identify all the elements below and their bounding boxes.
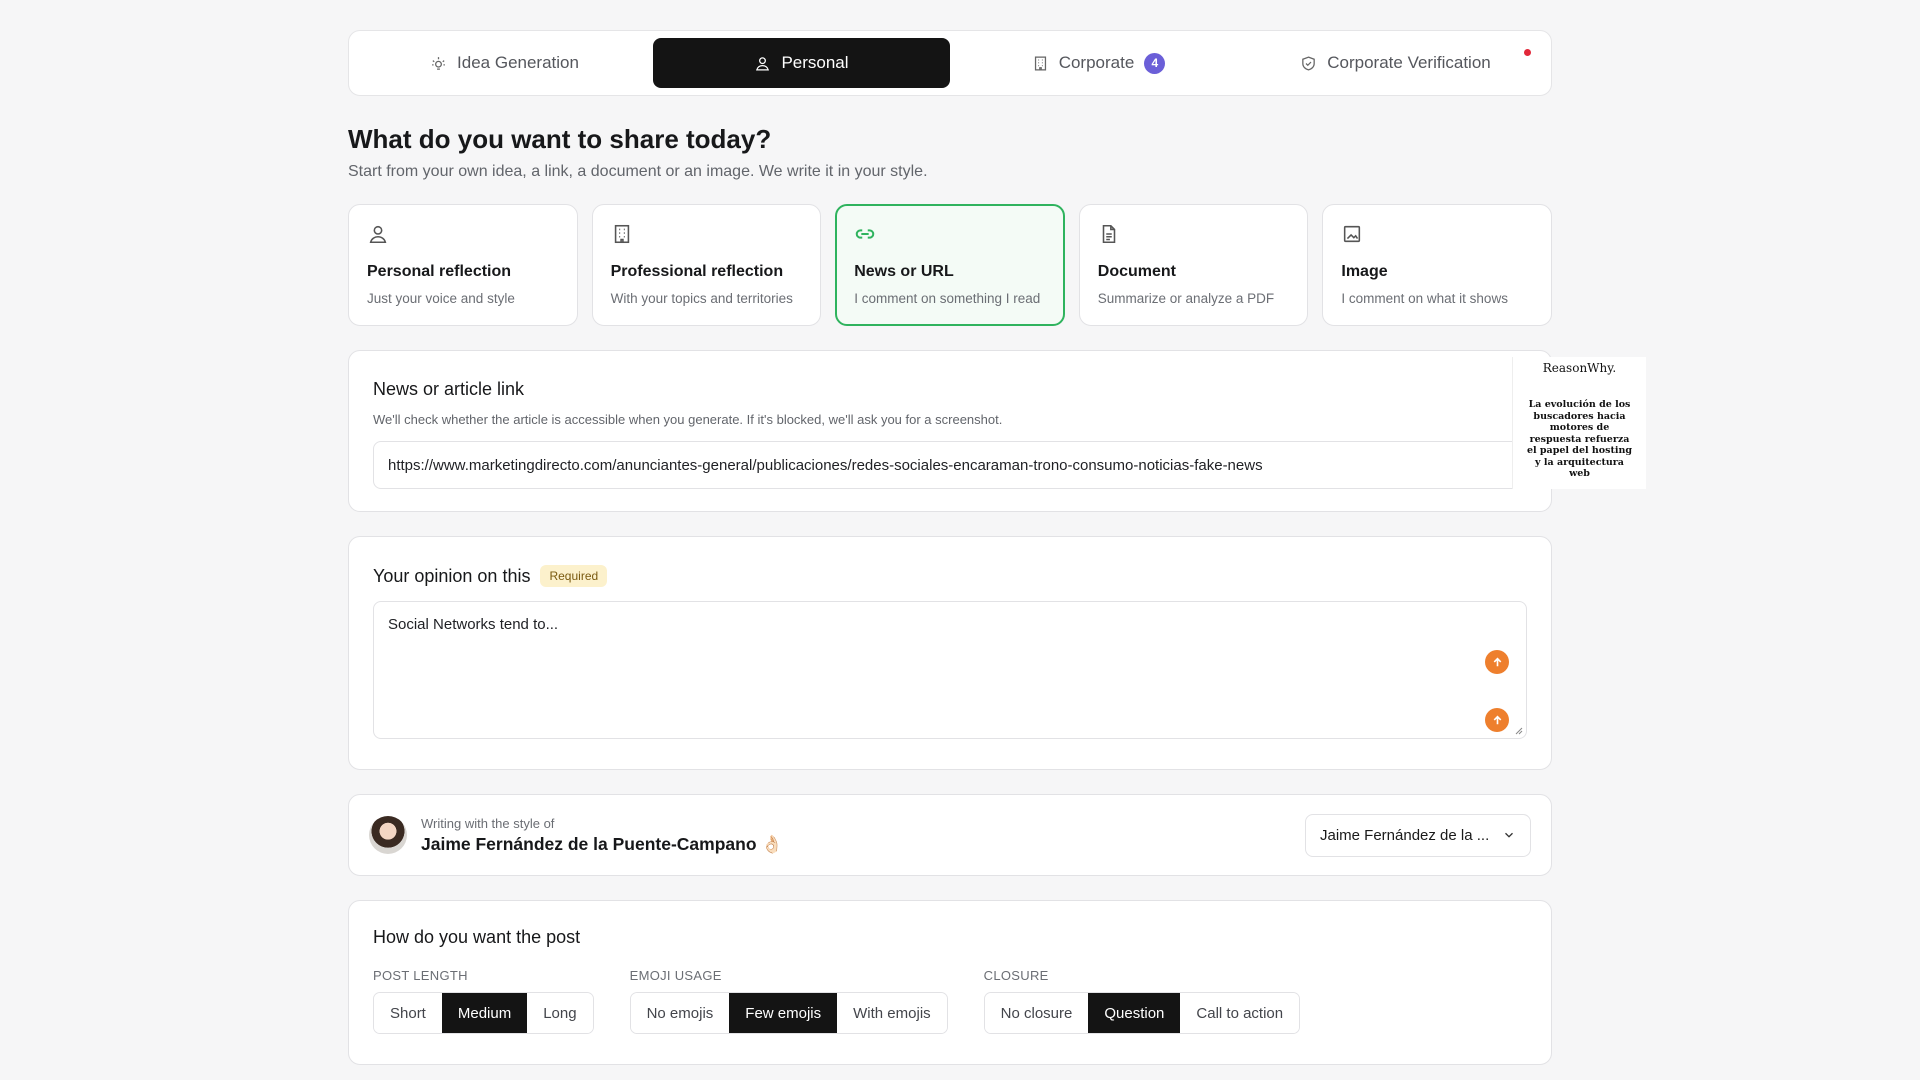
document-icon [1102,224,1116,244]
lightbulb-icon [432,56,445,70]
style-label: Writing with the style of [421,815,555,831]
tab-label: Corporate Verification [1327,53,1491,72]
upload-button[interactable] [1485,708,1509,732]
style-select-value: Jaime Fernández de la ... [1320,826,1490,844]
emoji-usage-segmented: No emojis Few emojis With emojis [629,992,948,1034]
main-content: Idea Generation Personal Corporate 4 Cor… [348,30,1552,1065]
shield-check-icon [1302,55,1316,71]
source-card-news-url[interactable]: News or URL I comment on something I rea… [835,204,1065,326]
image-icon [1344,225,1361,243]
group-label: POST LENGTH [373,968,468,983]
user-icon [756,56,770,71]
option-few-emojis[interactable]: Few emojis [729,993,838,1033]
user-icon [369,225,387,244]
link-icon [855,229,875,239]
tab-corporate[interactable]: Corporate 4 [950,38,1247,88]
closure-group: CLOSURE No closure Question Call to acti… [983,968,1301,1034]
ok-hand-emoji: 👌🏻 [761,833,784,854]
building-icon [614,224,629,244]
source-card-document[interactable]: Document Summarize or analyze a PDF [1078,204,1309,326]
option-with-emojis[interactable]: With emojis [837,993,947,1033]
post-options-title: How do you want the post [373,927,581,947]
card-description: I comment on what it shows [1341,291,1508,306]
style-panel: Writing with the style of Jaime Fernánde… [348,794,1552,876]
closure-segmented: No closure Question Call to action [983,992,1301,1034]
avatar [369,816,407,854]
card-description: With your topics and territories [610,291,793,306]
source-cards: Personal reflection Just your voice and … [348,204,1552,326]
option-question[interactable]: Question [1088,993,1181,1033]
arrow-up-icon [1493,715,1501,724]
option-short[interactable]: Short [374,993,442,1033]
style-select[interactable]: Jaime Fernández de la ... [1305,813,1531,857]
group-label: EMOJI USAGE [629,968,722,983]
opinion-textarea[interactable]: Social Networks tend to... [373,601,1527,739]
resize-handle-icon[interactable] [1513,725,1523,735]
option-long[interactable]: Long [527,993,593,1033]
link-panel-help: We'll check whether the article is acces… [373,412,1003,427]
card-description: I comment on something I read [854,291,1041,306]
source-card-professional-reflection[interactable]: Professional reflection With your topics… [591,204,822,326]
style-author-name: Jaime Fernández de la Puente-Campano 👌🏻 [421,834,783,855]
post-options-panel: How do you want the post POST LENGTH Sho… [348,900,1552,1065]
tab-label: Personal [781,53,849,72]
link-panel: News or article link We'll check whether… [348,350,1552,512]
card-title: Professional reflection [610,263,784,280]
tab-label: Idea Generation [457,53,579,72]
card-description: Just your voice and style [367,291,515,306]
option-no-closure[interactable]: No closure [984,993,1089,1033]
tab-idea-generation[interactable]: Idea Generation [356,38,653,88]
group-label: CLOSURE [983,968,1049,983]
card-title: Personal reflection [367,263,512,280]
opinion-title: Your opinion on this [373,565,531,586]
mode-tabs: Idea Generation Personal Corporate 4 Cor… [348,30,1552,96]
link-panel-title: News or article link [373,379,525,399]
alert-dot [1524,49,1531,56]
emoji-usage-group: EMOJI USAGE No emojis Few emojis With em… [629,968,948,1034]
page-subtitle: Start from your own idea, a link, a docu… [348,163,928,180]
source-card-image[interactable]: Image I comment on what it shows [1322,204,1552,326]
source-card-personal-reflection[interactable]: Personal reflection Just your voice and … [348,204,578,326]
post-length-segmented: Short Medium Long [373,992,594,1034]
article-preview-thumbnail: ReasonWhy. La evolución de los buscadore… [1512,357,1646,489]
tab-personal[interactable]: Personal [653,38,950,88]
chevron-down-icon [1505,832,1513,838]
building-icon [1034,55,1046,71]
opinion-text: Social Networks tend to... [388,616,559,633]
author-name: Jaime Fernández de la Puente-Campano [421,833,757,854]
card-description: Summarize or analyze a PDF [1097,291,1275,306]
upload-button[interactable] [1485,650,1509,674]
preview-logo: ReasonWhy. [1542,361,1617,375]
required-badge: Required [540,565,608,587]
tab-label: Corporate [1058,53,1135,72]
post-length-group: POST LENGTH Short Medium Long [373,968,594,1034]
card-title: News or URL [854,263,954,280]
card-title: Document [1097,263,1177,280]
page-title: What do you want to share today? [348,124,772,154]
notification-badge: 4 [1144,52,1166,74]
option-medium[interactable]: Medium [441,993,528,1033]
preview-headline: La evolución de los buscadores hacia mot… [1526,399,1633,479]
card-title: Image [1341,263,1388,280]
option-call-to-action[interactable]: Call to action [1180,993,1300,1033]
opinion-panel: Your opinion on this Required Social Net… [348,536,1552,770]
option-no-emojis[interactable]: No emojis [630,993,730,1033]
arrow-up-icon [1493,657,1501,666]
tab-corporate-verification[interactable]: Corporate Verification [1247,38,1544,88]
url-input[interactable]: https://www.marketingdirecto.com/anuncia… [373,441,1529,489]
